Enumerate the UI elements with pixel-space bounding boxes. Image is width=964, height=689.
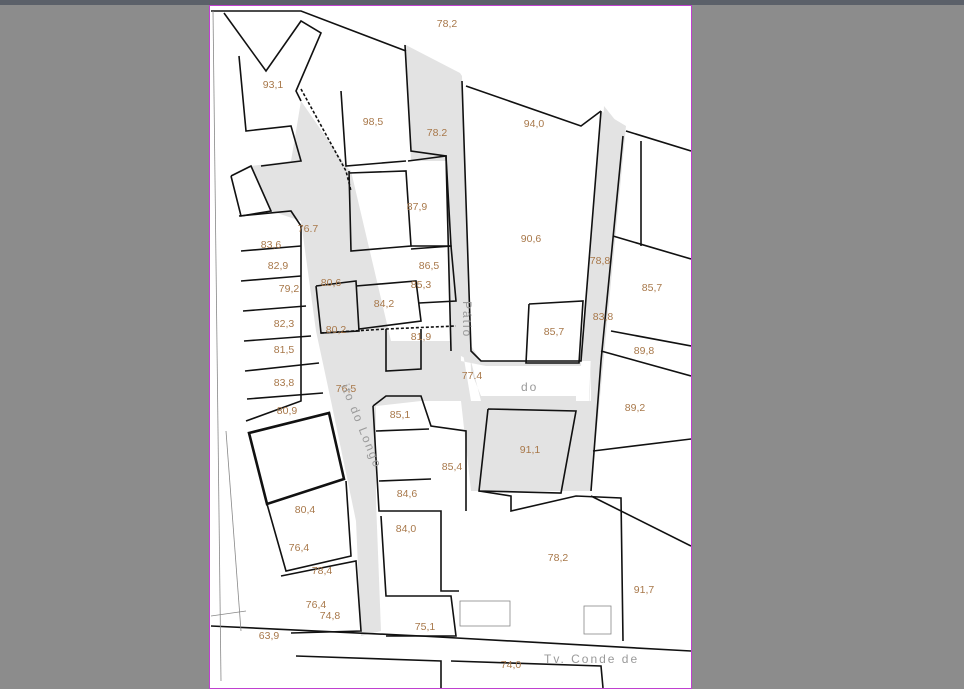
elevation-label: 74,0: [501, 659, 522, 671]
elevation-label: 81,9: [411, 331, 432, 343]
elevation-label: 85,7: [544, 326, 565, 338]
elevation-label: 85,7: [642, 282, 663, 294]
elevation-label: 78,2: [548, 552, 569, 564]
elevation-label: 75,1: [415, 621, 436, 633]
elevation-label: 63,9: [259, 630, 280, 642]
elevation-label: 84,6: [397, 488, 418, 500]
elevation-label: 80,6: [321, 277, 342, 289]
elevation-label: 82,3: [274, 318, 295, 330]
elevation-label: 82,9: [268, 260, 289, 272]
elevation-label: 84,0: [396, 523, 417, 535]
elevation-label: 76,4: [289, 542, 310, 554]
elevation-label: 79,2: [279, 283, 300, 295]
elevation-label: 80,4: [295, 504, 316, 516]
elevation-label: 78,4: [312, 565, 333, 577]
elevation-label: 78.2: [427, 127, 448, 139]
street-name-travessa: Tv. Conde de: [544, 652, 639, 666]
elevation-label: 85,4: [442, 461, 463, 473]
elevation-label: 83,6: [261, 239, 282, 251]
elevation-label: 87,9: [407, 201, 428, 213]
street-name-do: do: [521, 380, 538, 394]
elevation-label: 78,8: [590, 255, 611, 267]
elevation-label: 94,0: [524, 118, 545, 130]
annex: [583, 605, 612, 635]
elevation-label: 81,5: [274, 344, 295, 356]
elevation-label: 89,8: [634, 345, 655, 357]
elevation-label: 91,7: [634, 584, 655, 596]
elevation-label: 83,8: [593, 311, 614, 323]
elevation-label: 85,3: [411, 279, 432, 291]
elevation-label: 93,1: [263, 79, 284, 91]
elevation-label: 76.7: [298, 223, 319, 235]
elevation-label: 85,1: [390, 409, 411, 421]
elevation-label: 84,2: [374, 298, 395, 310]
elevation-label: 80,9: [277, 405, 298, 417]
annex: [459, 600, 511, 627]
elevation-label: 80,2: [326, 324, 347, 336]
elevation-label: 74,8: [320, 610, 341, 622]
elevation-label: 78,2: [437, 18, 458, 30]
street-name-patio: Pátio: [460, 301, 474, 338]
cadastral-map: 78,2 93,1 98,5 78.2 94,0 87,9 76.7 90,6 …: [210, 10, 691, 688]
elevation-label: 91,1: [520, 444, 541, 456]
map-sheet[interactable]: 78,2 93,1 98,5 78.2 94,0 87,9 76.7 90,6 …: [209, 5, 692, 689]
elevation-label: 77.4: [462, 370, 483, 382]
elevation-label: 83,8: [274, 377, 295, 389]
elevation-label: 86,5: [419, 260, 440, 272]
elevation-label: 89,2: [625, 402, 646, 414]
elevation-label: 90,6: [521, 233, 542, 245]
elevation-label: 98,5: [363, 116, 384, 128]
